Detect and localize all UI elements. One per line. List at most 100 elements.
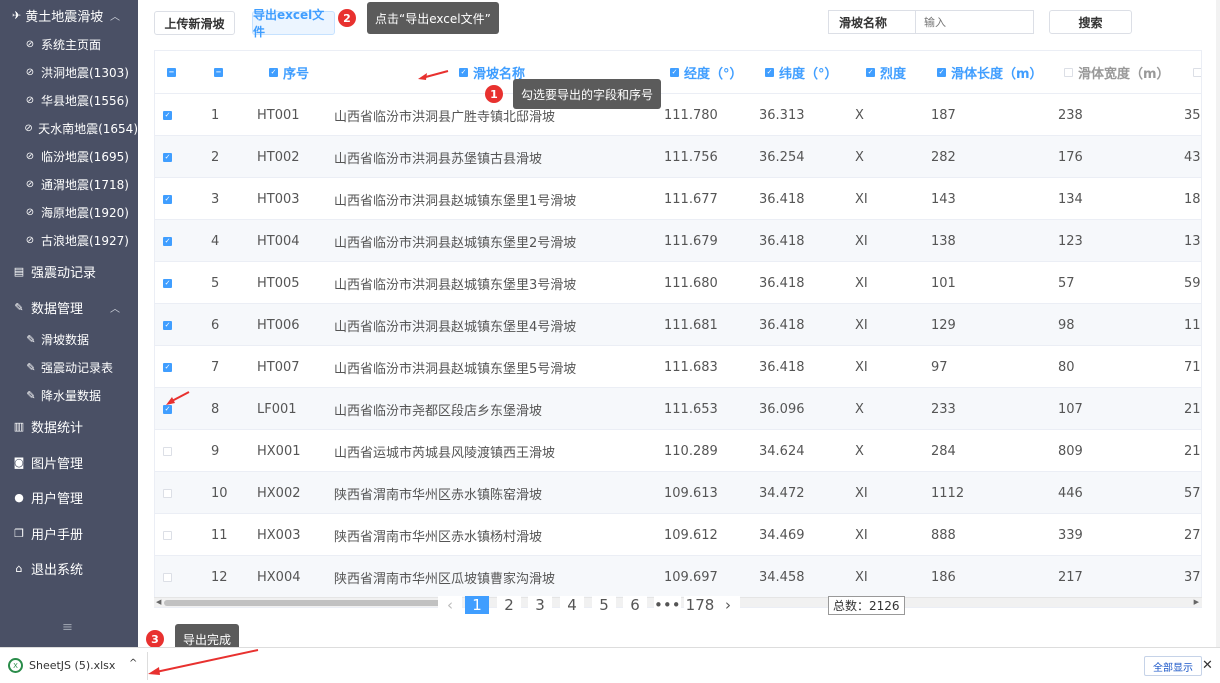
row-checkbox[interactable]: ✓ xyxy=(163,94,177,136)
table-row[interactable]: ✓ 2 HT002 山西省临汾市洪洞县苏堡镇古县滑坡 111.756 36.254 X 282… xyxy=(155,136,1201,178)
edit-icon: ✎ xyxy=(26,332,36,346)
scroll-left-icon[interactable]: ◀ xyxy=(156,598,161,606)
cell-lng: 109.697 xyxy=(664,569,718,585)
page-5[interactable]: 5 xyxy=(592,596,616,614)
export-excel-button[interactable]: 导出excel文件 xyxy=(252,8,335,39)
sidebar-group-loess[interactable]: ✈ 黄土地震滑坡 ︿ xyxy=(0,0,138,30)
sidebar-subitem[interactable]: ⊘ 系统主页面 xyxy=(0,30,138,58)
upload-button[interactable]: 上传新滑坡 xyxy=(154,11,235,35)
cell-n: 10 xyxy=(211,485,228,501)
sidebar-subitem[interactable]: ⊘ 古浪地震(1927) xyxy=(0,226,138,254)
sidebar-subitem[interactable]: ⊘ 洪洞地震(1303) xyxy=(0,58,138,86)
page-3[interactable]: 3 xyxy=(528,596,552,614)
col-intensity[interactable]: ✓ 烈度 xyxy=(866,51,906,94)
next-page-button[interactable]: › xyxy=(716,596,740,614)
table-row[interactable]: 9 HX001 山西省运城市芮城县风陵渡镇西王滑坡 110.289 34.624 X 284… xyxy=(155,430,1201,472)
sidebar-item-data-mgmt[interactable]: ✎ 数据管理 ︿ xyxy=(0,290,138,326)
page-1[interactable]: 1 xyxy=(465,596,489,614)
col-extra[interactable] xyxy=(1193,51,1201,94)
sidebar-subitem-label: 古浪地震(1927) xyxy=(41,233,129,248)
table-row[interactable]: ✓ 8 LF001 山西省临汾市尧都区段店乡东堡滑坡 111.653 36.096 X 233… xyxy=(155,388,1201,430)
sidebar-subitem-landslide-data[interactable]: ✎ 滑坡数据 xyxy=(0,325,138,353)
vertical-scrollbar[interactable] xyxy=(1216,0,1220,647)
table-row[interactable]: 11 HX003 陕西省渭南市华州区赤水镇杨村滑坡 109.612 34.469 XI 88… xyxy=(155,514,1201,556)
cell-int: XI xyxy=(855,527,868,543)
sidebar: ✈ 黄土地震滑坡 ︿ ⊘ 系统主页面 ⊘ 洪洞地震(1303) ⊘ 华县地震(1556) ⊘… xyxy=(0,0,138,647)
page-last[interactable]: 178 xyxy=(684,596,716,614)
sidebar-item-users[interactable]: ● 用户管理 xyxy=(0,480,138,516)
sidebar-subitem-precipitation[interactable]: ✎ 降水量数据 xyxy=(0,381,138,409)
sidebar-subitem[interactable]: ⊘ 天水南地震(1654) xyxy=(0,114,138,142)
cell-int: XI xyxy=(855,233,868,249)
table-row[interactable]: ✓ 3 HT003 山西省临汾市洪洞县赵城镇东堡里1号滑坡 111.677 36.418 X… xyxy=(155,178,1201,220)
cell-n: 6 xyxy=(211,317,220,333)
row-checkbox[interactable] xyxy=(163,514,177,556)
row-checkbox[interactable]: ✓ xyxy=(163,220,177,262)
sidebar-subitem[interactable]: ⊘ 临汾地震(1695) xyxy=(0,142,138,170)
cell-int: XI xyxy=(855,191,868,207)
sidebar-subitem-label: 天水南地震(1654) xyxy=(38,121,138,136)
sidebar-item-images[interactable]: ◙ 图片管理 xyxy=(0,445,138,481)
row-checkbox[interactable]: ✓ xyxy=(163,178,177,220)
cell-wid: 809 xyxy=(1058,443,1083,459)
search-input[interactable] xyxy=(915,10,1034,34)
cell-name: 山西省临汾市洪洞县赵城镇东堡里1号滑坡 xyxy=(334,193,577,209)
cell-len: 284 xyxy=(931,443,956,459)
sidebar-item-stats[interactable]: ▥ 数据统计 xyxy=(0,409,138,445)
sidebar-subitem[interactable]: ⊘ 华县地震(1556) xyxy=(0,86,138,114)
page-4[interactable]: 4 xyxy=(560,596,584,614)
search-button[interactable]: 搜索 xyxy=(1049,10,1132,34)
download-item[interactable]: X SheetJS (5).xlsx xyxy=(8,658,115,673)
show-all-button[interactable]: 全部显示 xyxy=(1144,656,1202,676)
row-checkbox[interactable]: ✓ xyxy=(163,304,177,346)
circle-check-icon: ⊘ xyxy=(25,150,35,162)
page-6[interactable]: 6 xyxy=(623,596,647,614)
sidebar-subitem[interactable]: ⊘ 通渭地震(1718) xyxy=(0,170,138,198)
chevron-up-icon[interactable]: ^ xyxy=(129,658,137,669)
close-icon[interactable]: ✕ xyxy=(1202,658,1213,673)
col-id[interactable]: ✓ 序号 xyxy=(269,51,309,94)
sidebar-subitem-strong-motion-table[interactable]: ✎ 强震动记录表 xyxy=(0,353,138,381)
table-row[interactable]: ✓ 6 HT006 山西省临汾市洪洞县赵城镇东堡里4号滑坡 111.681 36.418 X… xyxy=(155,304,1201,346)
table-row[interactable]: ✓ 7 HT007 山西省临汾市洪洞县赵城镇东堡里5号滑坡 111.683 36.418 X… xyxy=(155,346,1201,388)
row-checkbox[interactable]: ✓ xyxy=(163,346,177,388)
page-2[interactable]: 2 xyxy=(497,596,521,614)
row-checkbox[interactable] xyxy=(163,430,177,472)
table-row[interactable]: ✓ 4 HT004 山西省临汾市洪洞县赵城镇东堡里2号滑坡 111.679 36.418 X… xyxy=(155,220,1201,262)
search-label: 滑坡名称 xyxy=(828,10,916,34)
cell-lat: 34.458 xyxy=(759,569,805,585)
table-row[interactable]: ✓ 1 HT001 山西省临汾市洪洞县广胜寺镇北邸滑坡 111.780 36.313 X 18… xyxy=(155,94,1201,136)
menu-fold-icon[interactable]: ≡ xyxy=(62,620,73,635)
table-row[interactable]: 10 HX002 陕西省渭南市华州区赤水镇陈窑滑坡 109.613 34.472 XI 11… xyxy=(155,472,1201,514)
page-ellipsis[interactable]: ••• xyxy=(654,596,681,614)
cell-extra: 579 xyxy=(1184,485,1201,501)
col-length[interactable]: ✓ 滑体长度（m） xyxy=(937,51,1043,94)
table-row[interactable]: 12 HX004 陕西省渭南市华州区瓜坡镇曹家沟滑坡 109.697 34.458 XI 1… xyxy=(155,556,1201,598)
scroll-right-icon[interactable]: ▶ xyxy=(1194,598,1199,606)
col-lng[interactable]: ✓ 经度（°） xyxy=(670,51,743,94)
table-header: − − ✓ 序号 ✓ 滑坡名称 ✓ 经度（°） ✓ 纬度（°） ✓ 烈度 ✓ 滑体长度（m）… xyxy=(155,51,1201,94)
select-index-checkbox[interactable]: − xyxy=(214,51,228,94)
checkbox-icon: ✓ xyxy=(163,320,172,330)
sidebar-subitem[interactable]: ⊘ 海原地震(1920) xyxy=(0,198,138,226)
col-width[interactable]: 滑体宽度（m） xyxy=(1064,51,1170,94)
cell-lng: 111.679 xyxy=(664,233,718,249)
arrow-annotation-1 xyxy=(418,70,449,80)
col-lat[interactable]: ✓ 纬度（°） xyxy=(765,51,838,94)
table-row[interactable]: ✓ 5 HT005 山西省临汾市洪洞县赵城镇东堡里3号滑坡 111.680 36.418 X… xyxy=(155,262,1201,304)
sidebar-item-strong-motion[interactable]: ▤ 强震动记录 xyxy=(0,254,138,290)
cell-lng: 111.677 xyxy=(664,191,718,207)
row-checkbox[interactable]: ✓ xyxy=(163,136,177,178)
cell-lng: 110.289 xyxy=(664,443,718,459)
cell-lat: 34.624 xyxy=(759,443,805,459)
sidebar-item-logout[interactable]: ⌂ 退出系统 xyxy=(0,551,138,587)
select-all-checkbox[interactable]: − xyxy=(167,51,181,94)
scroll-thumb[interactable] xyxy=(164,600,454,606)
row-checkbox[interactable]: ✓ xyxy=(163,262,177,304)
row-checkbox[interactable] xyxy=(163,472,177,514)
prev-page-button[interactable]: ‹ xyxy=(438,596,462,614)
sidebar-item-manual[interactable]: ❐ 用户手册 xyxy=(0,516,138,552)
main-content: 上传新滑坡 导出excel文件 滑坡名称 搜索 − − ✓序号 ✓滑坡名称 ✓经… xyxy=(138,0,1220,654)
sidebar-item-label: 退出系统 xyxy=(31,563,84,579)
row-checkbox[interactable] xyxy=(163,556,177,598)
